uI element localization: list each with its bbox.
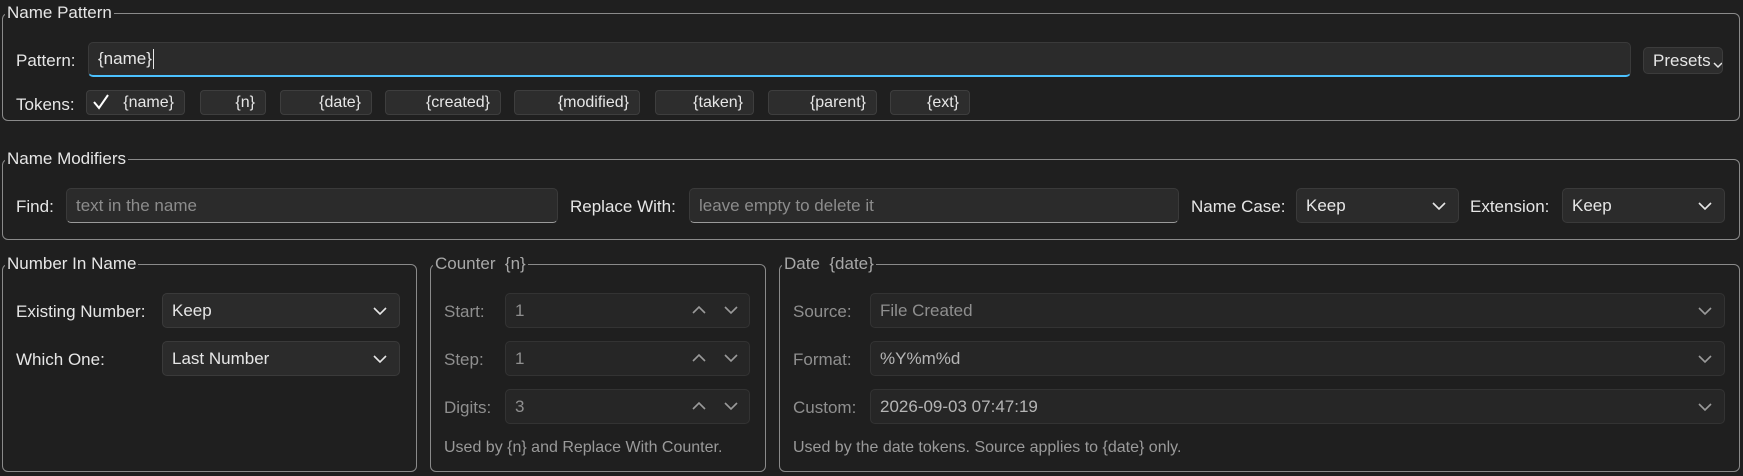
chevron-up-icon[interactable]: [691, 400, 707, 412]
chevron-up-icon[interactable]: [691, 304, 707, 316]
token-n[interactable]: {n}: [200, 90, 266, 115]
source-label: Source:: [793, 302, 852, 321]
chevron-down-icon[interactable]: [723, 304, 739, 316]
token-taken[interactable]: {taken}: [655, 90, 754, 115]
date-title: Date {date}: [782, 254, 876, 274]
step-value: 1: [515, 348, 525, 368]
chevron-down-icon: [1698, 306, 1712, 315]
which-one-value: Last Number: [172, 348, 270, 368]
custom-select[interactable]: 2026-09-03 07:47:19: [870, 389, 1725, 424]
chevron-down-icon: [1698, 402, 1712, 411]
replace-placeholder: leave empty to delete it: [699, 195, 874, 215]
token-parent[interactable]: {parent}: [768, 90, 877, 115]
chevron-up-icon[interactable]: [691, 352, 707, 364]
name-case-select[interactable]: Keep: [1296, 188, 1459, 223]
name-pattern-title: Name Pattern: [5, 3, 114, 23]
digits-label: Digits:: [444, 398, 492, 417]
token-label: {name}: [123, 93, 174, 111]
token-label: {created}: [425, 93, 490, 111]
chevron-down-icon: [1432, 201, 1446, 210]
pattern-input-value: {name}: [98, 49, 152, 68]
chevron-down-icon: [373, 354, 387, 363]
tokens-label: Tokens:: [16, 95, 75, 114]
token-label: {ext}: [926, 93, 959, 111]
token-label: {parent}: [809, 93, 866, 111]
extension-value: Keep: [1572, 195, 1612, 215]
chevron-down-icon[interactable]: [723, 352, 739, 364]
custom-label: Custom:: [793, 398, 857, 417]
presets-button[interactable]: Presets: [1643, 47, 1723, 74]
chevron-down-icon: [373, 306, 387, 315]
format-value: %Y%m%d: [880, 348, 961, 368]
digits-value: 3: [515, 396, 525, 416]
step-stepper[interactable]: 1: [505, 341, 750, 376]
date-note: Used by the date tokens. Source applies …: [793, 439, 1182, 456]
which-one-select[interactable]: Last Number: [162, 341, 400, 376]
chevron-down-icon[interactable]: [723, 400, 739, 412]
chevron-down-icon: [1698, 201, 1712, 210]
source-select[interactable]: File Created: [870, 293, 1725, 328]
start-value: 1: [515, 300, 525, 320]
replace-label: Replace With:: [570, 197, 676, 216]
which-one-label: Which One:: [16, 350, 105, 369]
token-date[interactable]: {date}: [280, 90, 372, 115]
counter-note: Used by {n} and Replace With Counter.: [444, 439, 723, 456]
token-modified[interactable]: {modified}: [514, 90, 640, 115]
number-in-name-title: Number In Name: [5, 254, 139, 274]
replace-input[interactable]: leave empty to delete it: [689, 188, 1179, 223]
format-label: Format:: [793, 350, 852, 369]
checkmark-icon: [93, 94, 109, 110]
existing-number-value: Keep: [172, 300, 212, 320]
token-name[interactable]: {name}: [86, 90, 185, 115]
digits-stepper[interactable]: 3: [505, 389, 750, 424]
find-label: Find:: [16, 197, 54, 216]
counter-title: Counter {n}: [433, 254, 528, 274]
extension-label: Extension:: [1470, 197, 1550, 216]
token-label: {date}: [319, 93, 361, 111]
find-input[interactable]: text in the name: [66, 188, 558, 223]
format-select[interactable]: %Y%m%d: [870, 341, 1725, 376]
start-stepper[interactable]: 1: [505, 293, 750, 328]
existing-number-select[interactable]: Keep: [162, 293, 400, 328]
chevron-down-icon: [1698, 354, 1712, 363]
extension-select[interactable]: Keep: [1562, 188, 1725, 223]
pattern-label: Pattern:: [16, 51, 76, 70]
existing-number-label: Existing Number:: [16, 302, 146, 321]
source-value: File Created: [880, 300, 973, 320]
find-placeholder: text in the name: [76, 195, 197, 215]
token-created[interactable]: {created}: [385, 90, 501, 115]
start-label: Start:: [444, 302, 485, 321]
step-label: Step:: [444, 350, 484, 369]
name-modifiers-title: Name Modifiers: [5, 149, 129, 169]
name-case-label: Name Case:: [1191, 197, 1286, 216]
token-label: {taken}: [693, 93, 743, 111]
pattern-input[interactable]: {name}: [88, 42, 1631, 77]
chevron-down-icon: [1713, 61, 1722, 68]
name-case-value: Keep: [1306, 195, 1346, 215]
token-label: {n}: [235, 93, 255, 111]
token-ext[interactable]: {ext}: [890, 90, 970, 115]
custom-value: 2026-09-03 07:47:19: [880, 396, 1038, 416]
presets-label: Presets: [1653, 50, 1711, 70]
token-label: {modified}: [557, 93, 629, 111]
text-caret: [152, 49, 154, 69]
